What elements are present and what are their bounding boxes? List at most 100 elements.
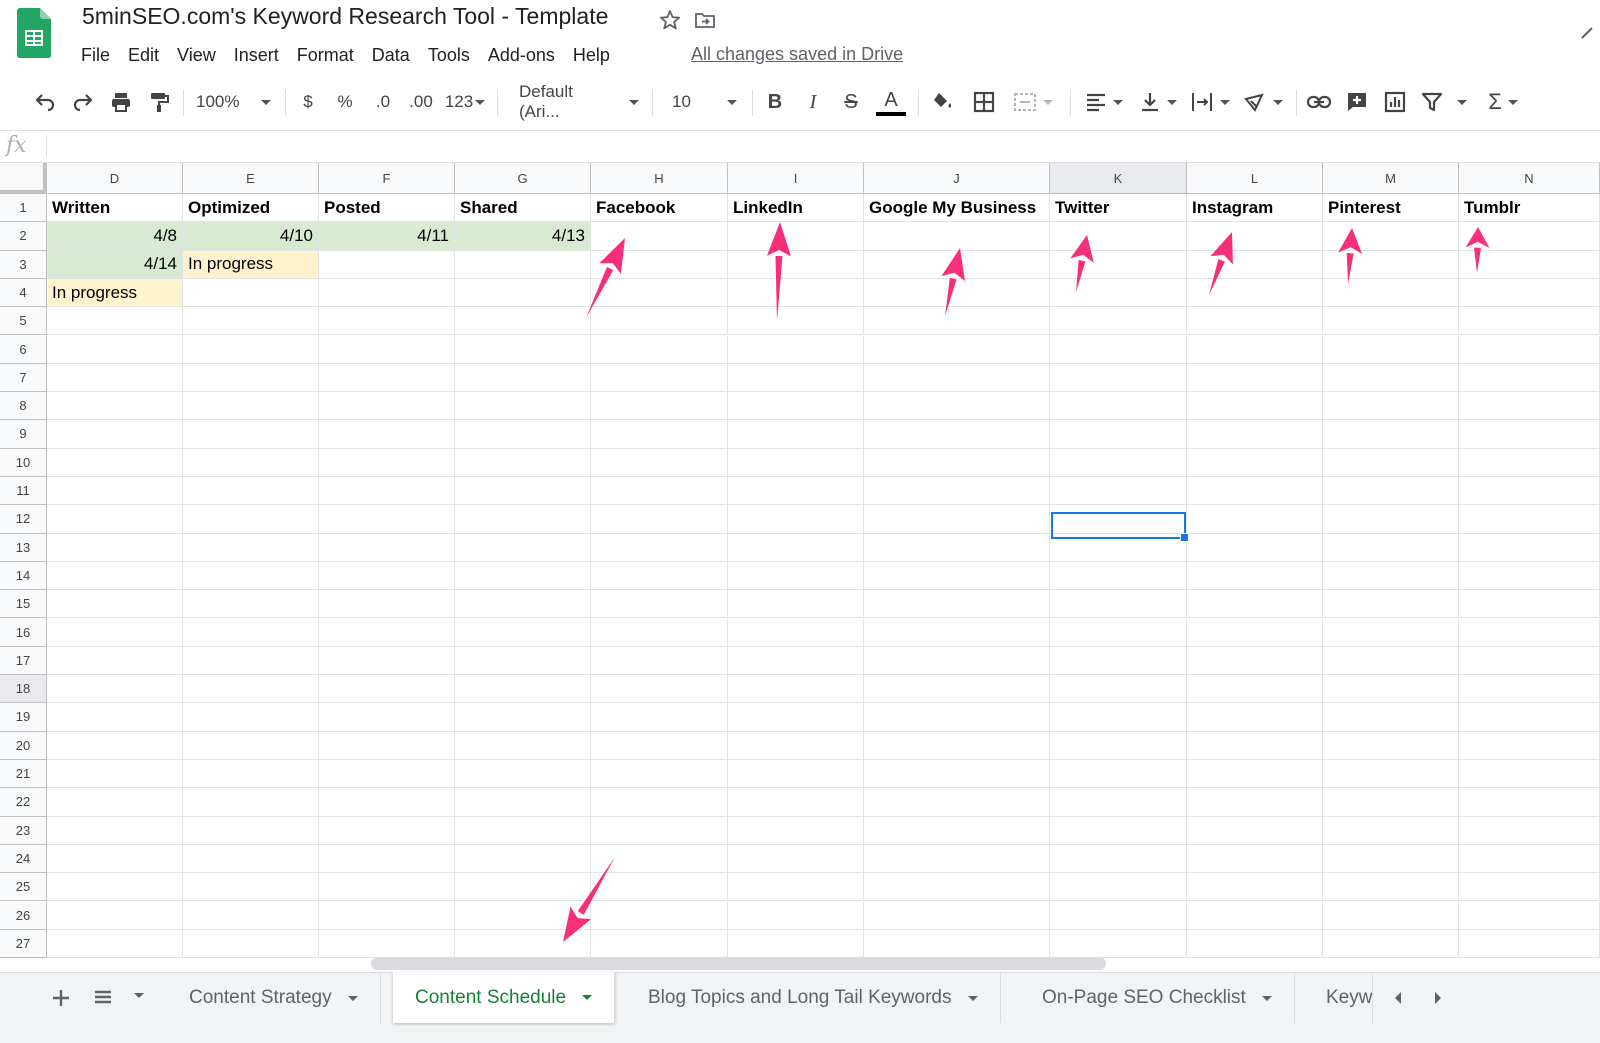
cell-K26[interactable]	[1050, 901, 1187, 930]
cell-F10[interactable]	[319, 448, 455, 477]
cell-H11[interactable]	[591, 477, 728, 506]
save-status-link[interactable]: All changes saved in Drive	[691, 44, 903, 65]
cell-L24[interactable]	[1187, 844, 1323, 874]
cell-F13[interactable]	[319, 533, 455, 562]
cell-I16[interactable]	[728, 618, 864, 647]
cell-M9[interactable]	[1323, 420, 1459, 449]
row-header-4[interactable]: 4	[0, 278, 47, 308]
cell-J27[interactable]	[864, 929, 1050, 959]
insert-chart-icon[interactable]	[1380, 76, 1410, 128]
row-header-11[interactable]: 11	[0, 477, 47, 506]
cell-D1[interactable]: Written	[47, 194, 183, 223]
cell-G18[interactable]	[455, 675, 591, 704]
cell-L18[interactable]	[1187, 675, 1323, 704]
cell-K8[interactable]	[1050, 392, 1187, 421]
cell-I11[interactable]	[728, 477, 864, 506]
cell-N21[interactable]	[1459, 760, 1600, 789]
cell-E8[interactable]	[183, 392, 319, 421]
cell-F3[interactable]	[319, 250, 455, 279]
cell-H15[interactable]	[591, 590, 728, 619]
cell-M21[interactable]	[1323, 760, 1459, 789]
cell-G7[interactable]	[455, 363, 591, 393]
tab-content-strategy[interactable]: Content Strategy	[167, 973, 381, 1023]
cell-J6[interactable]	[864, 335, 1050, 364]
cell-H1[interactable]: Facebook	[591, 194, 728, 223]
cell-H14[interactable]	[591, 561, 728, 591]
cell-M5[interactable]	[1323, 307, 1459, 336]
row-header-1[interactable]: 1	[0, 194, 47, 223]
cell-L13[interactable]	[1187, 533, 1323, 562]
cell-L8[interactable]	[1187, 392, 1323, 421]
cell-N18[interactable]	[1459, 675, 1600, 704]
cell-J11[interactable]	[864, 477, 1050, 506]
cell-M16[interactable]	[1323, 618, 1459, 647]
cell-M20[interactable]	[1323, 731, 1459, 760]
menu-file[interactable]: File	[72, 42, 119, 68]
cell-K21[interactable]	[1050, 760, 1187, 789]
cell-M3[interactable]	[1323, 250, 1459, 279]
row-header-10[interactable]: 10	[0, 448, 47, 477]
cell-M26[interactable]	[1323, 901, 1459, 930]
tab-keywords-truncated[interactable]: Keyw	[1304, 973, 1374, 1023]
cell-H13[interactable]	[591, 533, 728, 562]
row-header-21[interactable]: 21	[0, 760, 47, 789]
cell-H2[interactable]	[591, 222, 728, 251]
cell-E4[interactable]	[183, 278, 319, 308]
cell-K15[interactable]	[1050, 590, 1187, 619]
cell-H5[interactable]	[591, 307, 728, 336]
functions-button[interactable]: Σ	[1482, 76, 1524, 128]
cell-L26[interactable]	[1187, 901, 1323, 930]
cell-F2[interactable]: 4/11	[319, 222, 455, 251]
cell-D16[interactable]	[47, 618, 183, 647]
cell-E5[interactable]	[183, 307, 319, 336]
cell-G17[interactable]	[455, 646, 591, 676]
cell-J9[interactable]	[864, 420, 1050, 449]
cell-J8[interactable]	[864, 392, 1050, 421]
cell-N27[interactable]	[1459, 929, 1600, 959]
cell-K22[interactable]	[1050, 788, 1187, 817]
cell-F21[interactable]	[319, 760, 455, 789]
cell-I8[interactable]	[728, 392, 864, 421]
cell-N19[interactable]	[1459, 703, 1600, 732]
cell-D21[interactable]	[47, 760, 183, 789]
cell-E21[interactable]	[183, 760, 319, 789]
cell-E18[interactable]	[183, 675, 319, 704]
strikethrough-button[interactable]: S	[838, 76, 864, 128]
menu-format[interactable]: Format	[288, 42, 363, 68]
cell-F19[interactable]	[319, 703, 455, 732]
menu-data[interactable]: Data	[363, 42, 419, 68]
cell-D12[interactable]	[47, 505, 183, 534]
fill-color-icon[interactable]	[928, 76, 958, 128]
row-header-14[interactable]: 14	[0, 561, 47, 591]
italic-button[interactable]: I	[800, 76, 826, 128]
cell-H10[interactable]	[591, 448, 728, 477]
cell-M12[interactable]	[1323, 505, 1459, 534]
cell-I18[interactable]	[728, 675, 864, 704]
cell-G25[interactable]	[455, 873, 591, 902]
cell-H7[interactable]	[591, 363, 728, 393]
cell-G19[interactable]	[455, 703, 591, 732]
cell-N1[interactable]: Tumblr	[1459, 194, 1600, 223]
cell-H3[interactable]	[591, 250, 728, 279]
column-header-H[interactable]: H	[591, 163, 728, 194]
cell-D13[interactable]	[47, 533, 183, 562]
cell-D5[interactable]	[47, 307, 183, 336]
cell-E13[interactable]	[183, 533, 319, 562]
zoom-select[interactable]: 100%	[196, 76, 276, 128]
cell-H20[interactable]	[591, 731, 728, 760]
cell-M24[interactable]	[1323, 844, 1459, 874]
cell-J20[interactable]	[864, 731, 1050, 760]
cell-K4[interactable]	[1050, 278, 1187, 308]
cell-F7[interactable]	[319, 363, 455, 393]
cell-G3[interactable]	[455, 250, 591, 279]
cell-E12[interactable]	[183, 505, 319, 534]
cell-M14[interactable]	[1323, 561, 1459, 591]
column-header-K[interactable]: K	[1050, 163, 1187, 194]
cell-K14[interactable]	[1050, 561, 1187, 591]
cell-N8[interactable]	[1459, 392, 1600, 421]
cell-L20[interactable]	[1187, 731, 1323, 760]
cell-M4[interactable]	[1323, 278, 1459, 308]
cell-I14[interactable]	[728, 561, 864, 591]
cell-L6[interactable]	[1187, 335, 1323, 364]
row-header-2[interactable]: 2	[0, 222, 47, 251]
